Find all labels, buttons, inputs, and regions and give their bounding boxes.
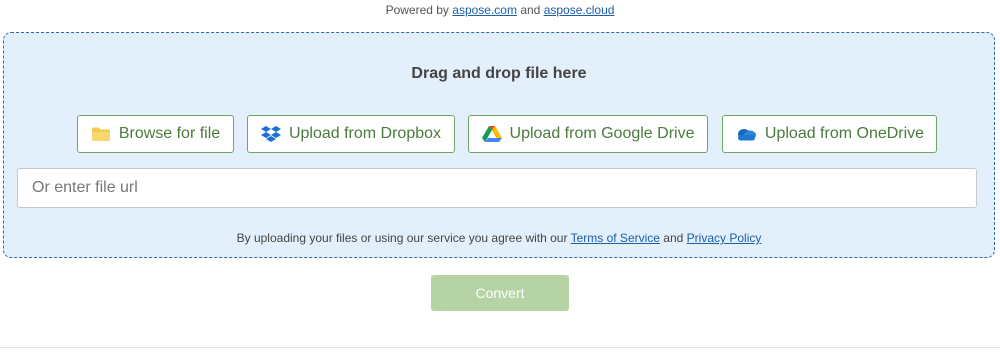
- upload-page: Powered by aspose.com and aspose.cloud D…: [0, 0, 1000, 355]
- folder-icon: [91, 126, 111, 142]
- terms-and: and: [663, 231, 684, 245]
- browse-file-button[interactable]: Browse for file: [77, 115, 234, 153]
- powered-by-line: Powered by aspose.com and aspose.cloud: [0, 3, 1000, 17]
- powered-by-prefix: Powered by: [385, 3, 449, 17]
- terms-of-service-link[interactable]: Terms of Service: [571, 231, 660, 245]
- file-url-input[interactable]: [17, 168, 977, 208]
- upload-dropbox-label: Upload from Dropbox: [288, 125, 442, 142]
- google-drive-icon: [481, 125, 502, 143]
- aspose-cloud-link[interactable]: aspose.cloud: [544, 3, 615, 17]
- upload-onedrive-button[interactable]: Upload from OneDrive: [722, 115, 937, 153]
- bottom-divider: [0, 347, 1000, 348]
- browse-file-label: Browse for file: [118, 125, 221, 142]
- dropbox-icon: [260, 125, 281, 143]
- file-drop-zone[interactable]: Drag and drop file here Browse for file: [3, 32, 995, 258]
- aspose-com-link[interactable]: aspose.com: [452, 3, 517, 17]
- upload-google-drive-label: Upload from Google Drive: [509, 125, 695, 142]
- terms-prefix: By uploading your files or using our ser…: [236, 231, 568, 245]
- terms-notice: By uploading your files or using our ser…: [4, 231, 994, 245]
- powered-by-and: and: [520, 3, 541, 17]
- convert-button[interactable]: Convert: [431, 275, 569, 311]
- upload-dropbox-button[interactable]: Upload from Dropbox: [247, 115, 455, 153]
- privacy-policy-link[interactable]: Privacy Policy: [687, 231, 762, 245]
- upload-onedrive-label: Upload from OneDrive: [764, 125, 925, 142]
- upload-google-drive-button[interactable]: Upload from Google Drive: [468, 115, 708, 153]
- drop-zone-title: Drag and drop file here: [411, 65, 587, 82]
- onedrive-icon: [735, 127, 757, 141]
